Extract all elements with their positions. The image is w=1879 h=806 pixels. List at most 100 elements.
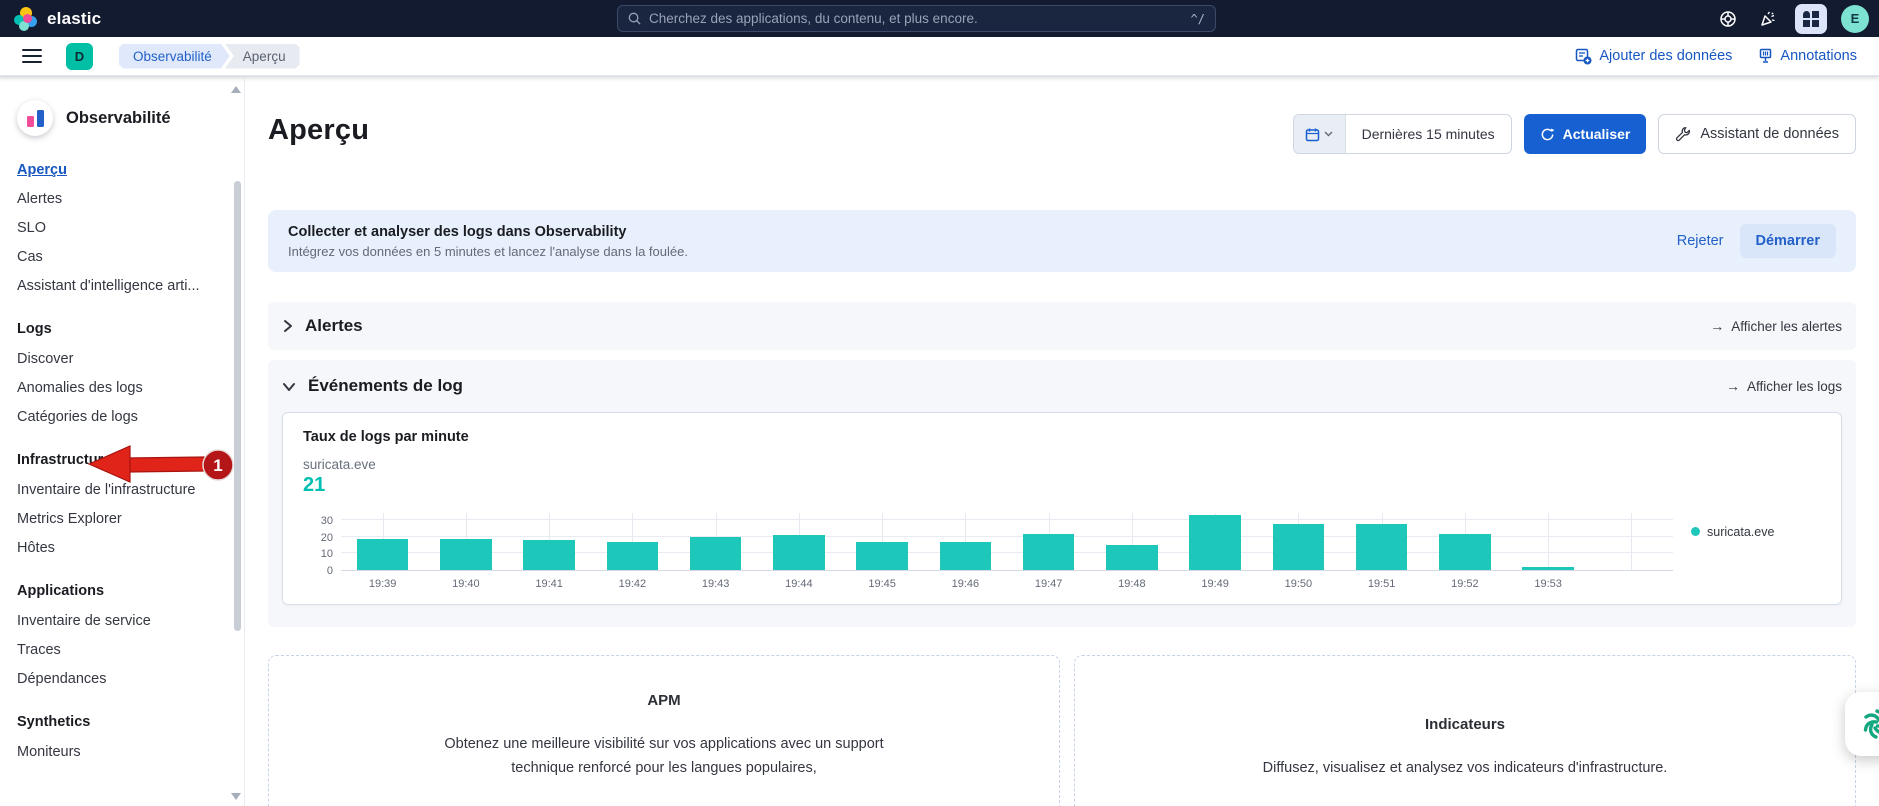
- news-icon[interactable]: [1755, 6, 1781, 32]
- data-assistant-button[interactable]: Assistant de données: [1658, 114, 1856, 154]
- sidebar-scrollbar[interactable]: [234, 181, 241, 631]
- sidebar-item-slo[interactable]: SLO: [17, 220, 244, 236]
- sidebar: Observabilité Aperçu Alertes SLO Cas Ass…: [0, 76, 245, 806]
- sidebar-item-categories-logs[interactable]: Catégories de logs: [17, 409, 244, 425]
- x-tick-label: [1590, 578, 1673, 590]
- chart-bar[interactable]: [1023, 534, 1075, 570]
- sidebar-item-anomalies-logs[interactable]: Anomalies des logs: [17, 380, 244, 396]
- sidebar-item-alertes[interactable]: Alertes: [17, 191, 244, 207]
- apm-card[interactable]: APM Obtenez une meilleure visibilité sur…: [268, 655, 1060, 806]
- chart-slot: [1174, 513, 1257, 570]
- page-title: Aperçu: [268, 114, 369, 147]
- chart-vertical-gridline: [1548, 513, 1549, 570]
- sidebar-item-inventaire-infra[interactable]: Inventaire de l'infrastructure: [17, 482, 244, 498]
- log-events-section-title: Événements de log: [308, 376, 463, 396]
- sidebar-item-moniteurs[interactable]: Moniteurs: [17, 744, 244, 760]
- chart-slot: [1257, 513, 1340, 570]
- logs-callout-banner: Collecter et analyser des logs dans Obse…: [268, 210, 1856, 272]
- chart-bar[interactable]: [1189, 515, 1241, 570]
- log-events-accordion-toggle[interactable]: Événements de log: [282, 376, 463, 396]
- start-button[interactable]: Démarrer: [1740, 224, 1837, 258]
- sidebar-scroll-up-arrow[interactable]: [231, 86, 241, 93]
- add-data-link[interactable]: Ajouter des données: [1575, 48, 1732, 65]
- x-tick-label: 19:46: [924, 578, 1007, 590]
- sidebar-item-inventaire-service[interactable]: Inventaire de service: [17, 613, 244, 629]
- sidebar-item-ai-assistant[interactable]: Assistant d'intelligence arti...: [17, 278, 244, 294]
- chart-bar[interactable]: [690, 537, 742, 570]
- chart-slot: [1590, 513, 1673, 570]
- chart-slot: [591, 513, 674, 570]
- chart-bar[interactable]: [1273, 524, 1325, 570]
- chart-bar[interactable]: [1356, 524, 1408, 570]
- global-search-input[interactable]: Cherchez des applications, du contenu, e…: [617, 5, 1216, 32]
- elastic-brand[interactable]: elastic: [0, 7, 240, 31]
- chart-x-axis: 19:3919:4019:4119:4219:4319:4419:4519:46…: [341, 578, 1673, 590]
- annotations-link[interactable]: Annotations: [1758, 48, 1857, 64]
- sidebar-heading-applications: Applications: [17, 583, 244, 599]
- chart-y-axis: 0102030: [303, 513, 341, 571]
- chart-bar[interactable]: [1439, 534, 1491, 570]
- chart-bar[interactable]: [940, 542, 992, 570]
- sidebar-item-apercu[interactable]: Aperçu: [17, 162, 244, 178]
- show-logs-link[interactable]: → Afficher les logs: [1726, 378, 1842, 394]
- user-avatar[interactable]: E: [1841, 5, 1869, 33]
- observability-icon: [17, 100, 53, 136]
- chart-legend[interactable]: suricata.eve: [1673, 525, 1821, 590]
- menu-icon[interactable]: [22, 49, 42, 63]
- sidebar-scroll-down-arrow[interactable]: [231, 793, 241, 800]
- apm-card-body: Obtenez une meilleure visibilité sur vos…: [429, 733, 899, 781]
- sidebar-item-cas[interactable]: Cas: [17, 249, 244, 265]
- help-icon[interactable]: [1715, 6, 1741, 32]
- breadcrumb-bar: D Observabilité Aperçu Ajouter des donné…: [0, 37, 1879, 76]
- time-range-button[interactable]: Dernières 15 minutes: [1346, 115, 1511, 153]
- x-tick-label: 19:47: [1007, 578, 1090, 590]
- chart-vertical-gridline: [1631, 513, 1632, 570]
- banner-subtitle: Intégrez vos données en 5 minutes et lan…: [288, 244, 688, 259]
- dismiss-button[interactable]: Rejeter: [1677, 233, 1724, 249]
- chart-bar[interactable]: [440, 539, 492, 570]
- refresh-button[interactable]: Actualiser: [1524, 114, 1647, 154]
- show-alerts-label: Afficher les alertes: [1731, 319, 1842, 334]
- chart-bar[interactable]: [523, 540, 575, 570]
- metrics-card[interactable]: Indicateurs Diffusez, visualisez et anal…: [1074, 655, 1856, 806]
- chart-bar[interactable]: [1106, 545, 1158, 570]
- metrics-card-body: Diffusez, visualisez et analysez vos ind…: [1145, 757, 1785, 781]
- breadcrumb-observability[interactable]: Observabilité: [119, 44, 230, 69]
- refresh-icon: [1540, 127, 1555, 142]
- x-tick-label: 19:42: [591, 578, 674, 590]
- chart-bar[interactable]: [357, 539, 409, 570]
- chart-bar[interactable]: [607, 542, 659, 570]
- add-data-label: Ajouter des données: [1599, 48, 1732, 64]
- chart-bar[interactable]: [1522, 567, 1574, 570]
- search-shortcut: ^/: [1191, 12, 1205, 26]
- space-badge[interactable]: D: [66, 43, 93, 70]
- chart-slot: [924, 513, 1007, 570]
- search-icon: [628, 12, 641, 25]
- chat-assistant-button[interactable]: [1845, 692, 1879, 756]
- sidebar-item-dependances[interactable]: Dépendances: [17, 671, 244, 687]
- sidebar-heading-logs: Logs: [17, 321, 244, 337]
- chart-bar[interactable]: [773, 535, 825, 570]
- global-header: elastic Cherchez des applications, du co…: [0, 0, 1879, 37]
- date-picker: Dernières 15 minutes: [1293, 114, 1512, 154]
- calendar-button[interactable]: [1294, 115, 1346, 153]
- alerts-accordion-toggle[interactable]: Alertes: [282, 316, 363, 336]
- show-alerts-link[interactable]: → Afficher les alertes: [1710, 318, 1842, 334]
- alerts-section-title: Alertes: [305, 316, 363, 336]
- refresh-label: Actualiser: [1563, 126, 1631, 142]
- sidebar-item-traces[interactable]: Traces: [17, 642, 244, 658]
- chart-slot: [424, 513, 507, 570]
- y-tick-label: 10: [321, 548, 333, 560]
- sidebar-item-discover[interactable]: Discover: [17, 351, 244, 367]
- y-tick-label: 0: [327, 565, 333, 577]
- chart-bar[interactable]: [856, 542, 908, 570]
- arrow-right-icon: →: [1710, 318, 1724, 334]
- apps-menu-icon[interactable]: [1795, 4, 1827, 34]
- sidebar-item-metrics-explorer[interactable]: Metrics Explorer: [17, 511, 244, 527]
- add-data-icon: [1575, 48, 1592, 65]
- sidebar-title: Observabilité: [66, 109, 171, 128]
- data-assistant-label: Assistant de données: [1700, 126, 1839, 142]
- x-tick-label: 19:53: [1507, 578, 1590, 590]
- y-tick-label: 30: [321, 515, 333, 527]
- sidebar-item-hotes[interactable]: Hôtes: [17, 540, 244, 556]
